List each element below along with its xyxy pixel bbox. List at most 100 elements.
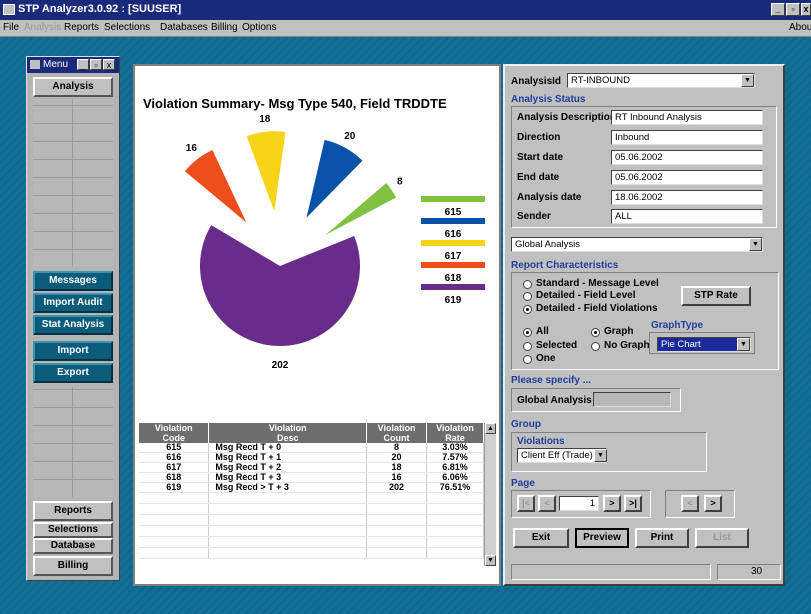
table-cell (366, 536, 428, 548)
table-cell (426, 536, 484, 548)
pie-slice-615 (325, 183, 397, 236)
radio-detailed-field[interactable] (523, 292, 532, 301)
table-row[interactable]: 616 Msg Recd T + 1 20 7.57% (139, 452, 484, 463)
pie-chart: 8 20 18 16 202 615 616 617 618 619 (184, 114, 485, 371)
status-field-label: End date (517, 172, 560, 183)
chevron-down-icon[interactable]: ▼ (594, 449, 607, 462)
status-field-label: Sender (517, 211, 551, 222)
legend-label: 616 (445, 229, 462, 240)
next-page-button[interactable]: > (603, 495, 621, 512)
legend-label: 617 (445, 251, 462, 262)
preview-button[interactable]: Preview (575, 528, 629, 548)
radio-selected[interactable] (523, 342, 532, 351)
database-button[interactable]: Database (33, 538, 113, 554)
pie-value-label: 202 (272, 360, 289, 371)
radio-all[interactable] (523, 328, 532, 337)
radio-no-graph[interactable] (591, 342, 600, 351)
radio-graph[interactable] (591, 328, 600, 337)
menu-billing[interactable]: Billing (211, 22, 238, 33)
menu-restore-button[interactable]: ▫ (90, 59, 102, 70)
page-number-input[interactable]: 1 (559, 496, 599, 511)
radio-graph-label: Graph (604, 326, 634, 337)
radio-detailed-violations[interactable] (523, 305, 532, 314)
billing-button[interactable]: Billing (33, 556, 113, 576)
menu-close-button[interactable]: x (103, 59, 115, 70)
table-cell: 617 (139, 462, 210, 473)
menu-databases[interactable]: Databases (160, 22, 208, 33)
stp-rate-button[interactable]: STP Rate (681, 286, 751, 306)
radio-standard[interactable] (523, 280, 532, 289)
global-analysis-label: Global Analysis (517, 395, 592, 406)
legend-label: 618 (445, 273, 462, 284)
menu-file[interactable]: File (3, 22, 19, 33)
menu-options[interactable]: Options (242, 22, 276, 33)
chevron-down-icon[interactable]: ▼ (741, 74, 754, 87)
table-row[interactable]: 618 Msg Recd T + 3 16 6.06% (139, 472, 484, 483)
table-row[interactable]: 615 Msg Recd T + 0 8 3.03% (139, 443, 484, 453)
table-cell: 7.57% (426, 452, 484, 463)
table-cell (139, 492, 210, 504)
global-analysis-field[interactable] (593, 392, 671, 407)
table-row-empty (139, 492, 484, 504)
status-field-value[interactable]: RT Inbound Analysis (611, 110, 763, 125)
page-nav2-group (665, 490, 735, 518)
status-field-value[interactable]: ALL (611, 209, 763, 224)
table-cell: Msg Recd T + 2 (208, 462, 368, 473)
analysis-id-select[interactable]: RT-INBOUND (567, 73, 755, 88)
legend-swatch (421, 284, 485, 290)
scroll-right-button[interactable]: > (704, 495, 722, 512)
col-header: Violation (366, 423, 428, 433)
table-cell: 6.06% (426, 472, 484, 483)
export-button[interactable]: Export (33, 363, 113, 383)
table-row[interactable]: 619 Msg Recd > T + 3 202 76.51% (139, 482, 484, 493)
import-button[interactable]: Import (33, 341, 113, 361)
menu-grid-upper (33, 99, 113, 267)
table-scrollbar[interactable]: ▲ ▼ (484, 423, 496, 566)
table-row[interactable]: 617 Msg Recd T + 2 18 6.81% (139, 462, 484, 473)
table-cell (366, 547, 428, 559)
analysis-type-select[interactable]: Global Analysis (511, 237, 763, 252)
table-cell (139, 503, 210, 515)
table-row-empty (139, 525, 484, 537)
analysis-button[interactable]: Analysis (33, 77, 113, 97)
col-header: Violation (208, 423, 368, 433)
report-characteristics-label: Report Characteristics (511, 260, 619, 271)
first-page-button[interactable]: |< (517, 495, 535, 512)
status-field-value[interactable]: 05.06.2002 (611, 150, 763, 165)
chevron-down-icon[interactable]: ▼ (749, 238, 762, 251)
import-audit-button[interactable]: Import Audit (33, 293, 113, 313)
status-field-value[interactable]: 05.06.2002 (611, 170, 763, 185)
status-field-value[interactable]: 18.06.2002 (611, 190, 763, 205)
selections-button[interactable]: Selections (33, 522, 113, 538)
prev-page-button[interactable]: < (538, 495, 556, 512)
scroll-up-arrow[interactable]: ▲ (485, 423, 496, 434)
chevron-down-icon[interactable]: ▼ (737, 338, 750, 351)
table-cell (208, 547, 368, 559)
menu-analysis[interactable]: Analysis (24, 22, 61, 33)
table-cell (426, 514, 484, 526)
menu-minimize-button[interactable]: _ (77, 59, 89, 70)
pie-slice-618 (184, 150, 247, 223)
status-field-value[interactable]: Inbound (611, 130, 763, 145)
table-cell (426, 525, 484, 537)
reports-button[interactable]: Reports (33, 501, 113, 521)
stat-analysis-button[interactable]: Stat Analysis (33, 315, 113, 335)
table-cell (426, 492, 484, 504)
list-button[interactable]: List (695, 528, 749, 548)
menu-selections[interactable]: Selections (104, 22, 150, 33)
scroll-left-button[interactable]: < (681, 495, 699, 512)
exit-button[interactable]: Exit (513, 528, 569, 548)
last-page-button[interactable]: >| (624, 495, 642, 512)
print-button[interactable]: Print (635, 528, 689, 548)
scroll-down-arrow[interactable]: ▼ (485, 555, 496, 566)
table-cell: 16 (366, 472, 428, 483)
restore-button[interactable]: ▫ (786, 3, 800, 16)
messages-button[interactable]: Messages (33, 271, 113, 291)
close-button[interactable]: x (801, 3, 811, 16)
menu-about[interactable]: Abou (789, 22, 811, 33)
page-label: Page (511, 478, 535, 489)
radio-one[interactable] (523, 355, 532, 364)
menu-reports[interactable]: Reports (64, 22, 99, 33)
minimize-button[interactable]: _ (771, 3, 785, 16)
table-cell: 618 (139, 472, 210, 483)
